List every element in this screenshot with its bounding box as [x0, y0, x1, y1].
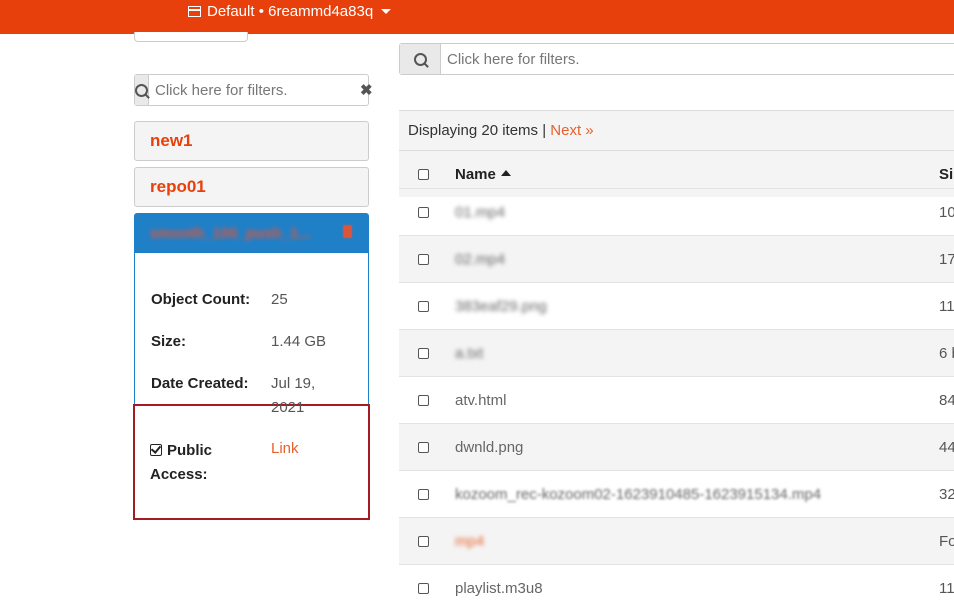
- pagination-bar: Displaying 20 items | Next »: [399, 110, 954, 150]
- search-addon: [400, 44, 441, 74]
- size-label: Size:: [151, 333, 187, 350]
- bucket-item-repo01[interactable]: repo01: [134, 167, 369, 207]
- table-row[interactable]: 02.mp4 17: [399, 235, 954, 282]
- table-row[interactable]: dwnld.png 44: [399, 423, 954, 470]
- file-size: 10: [939, 203, 954, 221]
- row-checkbox[interactable]: [418, 535, 429, 547]
- row-checkbox[interactable]: [418, 300, 429, 312]
- file-size: 32: [939, 485, 954, 503]
- object-filter-input[interactable]: [441, 44, 954, 74]
- public-access-label: Public: [150, 442, 212, 459]
- check-square-icon: [150, 444, 162, 456]
- displaying-count: Displaying 20 items |: [408, 122, 547, 139]
- file-size: 17: [939, 250, 954, 268]
- row-checkbox[interactable]: [418, 394, 429, 406]
- bucket-filter-input[interactable]: [149, 75, 360, 105]
- top-navbar: Default • 6reammd4a83q: [0, 0, 954, 34]
- file-name[interactable]: 383eaf29.png: [455, 298, 547, 315]
- file-name[interactable]: playlist.m3u8: [455, 580, 543, 597]
- file-name[interactable]: kozoom_rec-kozoom02-1623910485-162391513…: [455, 486, 821, 503]
- bucket-details-panel: Object Count: 25 Size: 1.44 GB Date Crea…: [134, 253, 369, 405]
- object-count-value: 25: [271, 291, 288, 308]
- date-created-label: Date Created:: [151, 375, 249, 392]
- project-label: Default • 6reammd4a83q: [207, 3, 374, 20]
- file-size: 44: [939, 438, 954, 456]
- bucket-item-new1[interactable]: new1: [134, 121, 369, 161]
- table-row[interactable]: atv.html 84: [399, 376, 954, 423]
- object-count-label: Object Count:: [151, 291, 251, 308]
- file-name[interactable]: 02.mp4: [455, 251, 505, 268]
- file-name[interactable]: dwnld.png: [455, 439, 523, 456]
- trash-icon[interactable]: [343, 225, 352, 238]
- file-size: Fo: [939, 532, 954, 550]
- objects-table: Displaying 20 items | Next » Name Si 01.…: [399, 110, 954, 597]
- date-created-year: 2021: [271, 399, 305, 416]
- row-checkbox[interactable]: [418, 582, 429, 594]
- row-checkbox[interactable]: [418, 206, 429, 218]
- clear-filter-icon[interactable]: ✖: [360, 75, 373, 105]
- table-row[interactable]: 01.mp4 10: [399, 188, 954, 235]
- chevron-down-icon: [381, 9, 392, 14]
- file-size: 84: [939, 391, 954, 409]
- search-icon: [135, 83, 148, 97]
- bucket-name: repo01: [150, 177, 206, 196]
- file-name[interactable]: 01.mp4: [455, 204, 505, 221]
- bucket-item-selected[interactable]: smooth_100_push_1...: [134, 213, 369, 253]
- folder-name[interactable]: mp4: [455, 533, 484, 550]
- date-created-value: Jul 19,: [271, 375, 316, 392]
- public-access-highlight: 2021 Public Access: Link: [133, 399, 370, 520]
- file-name[interactable]: atv.html: [455, 392, 506, 409]
- search-icon: [413, 52, 427, 66]
- toolbar-button[interactable]: [134, 32, 248, 42]
- table-row[interactable]: playlist.m3u8 11: [399, 564, 954, 611]
- project-selector[interactable]: Default • 6reammd4a83q: [188, 3, 392, 20]
- search-addon: [135, 75, 149, 105]
- bucket-name: smooth_100_push_1...: [150, 225, 311, 242]
- size-column-header[interactable]: Si: [939, 166, 954, 183]
- select-all-checkbox[interactable]: [418, 168, 429, 180]
- row-checkbox[interactable]: [418, 253, 429, 265]
- next-page-link[interactable]: Next »: [550, 122, 593, 139]
- size-value: 1.44 GB: [271, 333, 327, 350]
- public-access-link[interactable]: Link: [271, 440, 299, 457]
- name-column-header[interactable]: Name: [455, 166, 511, 183]
- file-name[interactable]: a.txt: [455, 345, 483, 362]
- file-size: 6 b: [939, 344, 954, 362]
- calendar-icon: [188, 6, 201, 17]
- row-checkbox[interactable]: [418, 347, 429, 359]
- file-size: 11: [939, 579, 954, 597]
- bucket-name: new1: [150, 131, 193, 150]
- table-row[interactable]: mp4 Fo: [399, 517, 954, 564]
- object-filter: [399, 43, 954, 75]
- table-row[interactable]: 383eaf29.png 11: [399, 282, 954, 329]
- file-size: 11: [939, 297, 954, 315]
- row-checkbox[interactable]: [418, 488, 429, 500]
- table-row[interactable]: kozoom_rec-kozoom02-1623910485-162391513…: [399, 470, 954, 517]
- table-row[interactable]: a.txt 6 b: [399, 329, 954, 376]
- public-access-label-2: Access:: [150, 466, 208, 483]
- sort-asc-icon: [500, 169, 511, 176]
- row-checkbox[interactable]: [418, 441, 429, 453]
- bucket-filter: ✖: [134, 74, 373, 106]
